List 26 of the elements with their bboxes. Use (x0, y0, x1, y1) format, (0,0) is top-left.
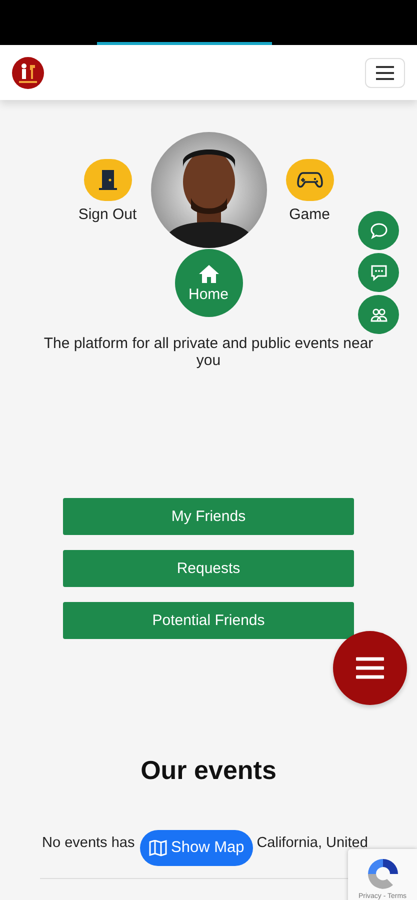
friend-nav-button[interactable]: Potential Friends (63, 602, 354, 639)
sign-out-button[interactable]: Sign Out (72, 159, 144, 223)
menu-icon (356, 657, 384, 679)
show-map-button[interactable]: Show Map (140, 830, 254, 866)
map-icon (149, 840, 167, 856)
section-title: Our events (140, 755, 278, 786)
group-button[interactable] (358, 295, 399, 334)
speech-bubble-icon (370, 222, 388, 240)
house-icon (198, 264, 220, 284)
events-message: California, United (256, 835, 368, 851)
main-menu-button[interactable] (333, 631, 407, 705)
people-icon (370, 306, 388, 324)
friend-nav-button[interactable]: My Friends (63, 498, 354, 535)
menu-icon (376, 66, 394, 80)
events-message: No events has (42, 835, 135, 851)
door-icon (98, 169, 116, 191)
gamepad-icon (296, 171, 322, 189)
menu-button[interactable] (365, 58, 405, 88)
tagline: The platform for all private and public events near you (42, 335, 374, 369)
friend-nav-button[interactable]: Requests (63, 550, 354, 587)
chat-button[interactable] (358, 211, 399, 250)
message-icon (370, 264, 388, 282)
home-button[interactable]: Home (174, 249, 242, 317)
logo-icon[interactable] (12, 56, 44, 88)
message-button[interactable] (358, 253, 399, 292)
game-button[interactable]: Game (274, 159, 346, 223)
